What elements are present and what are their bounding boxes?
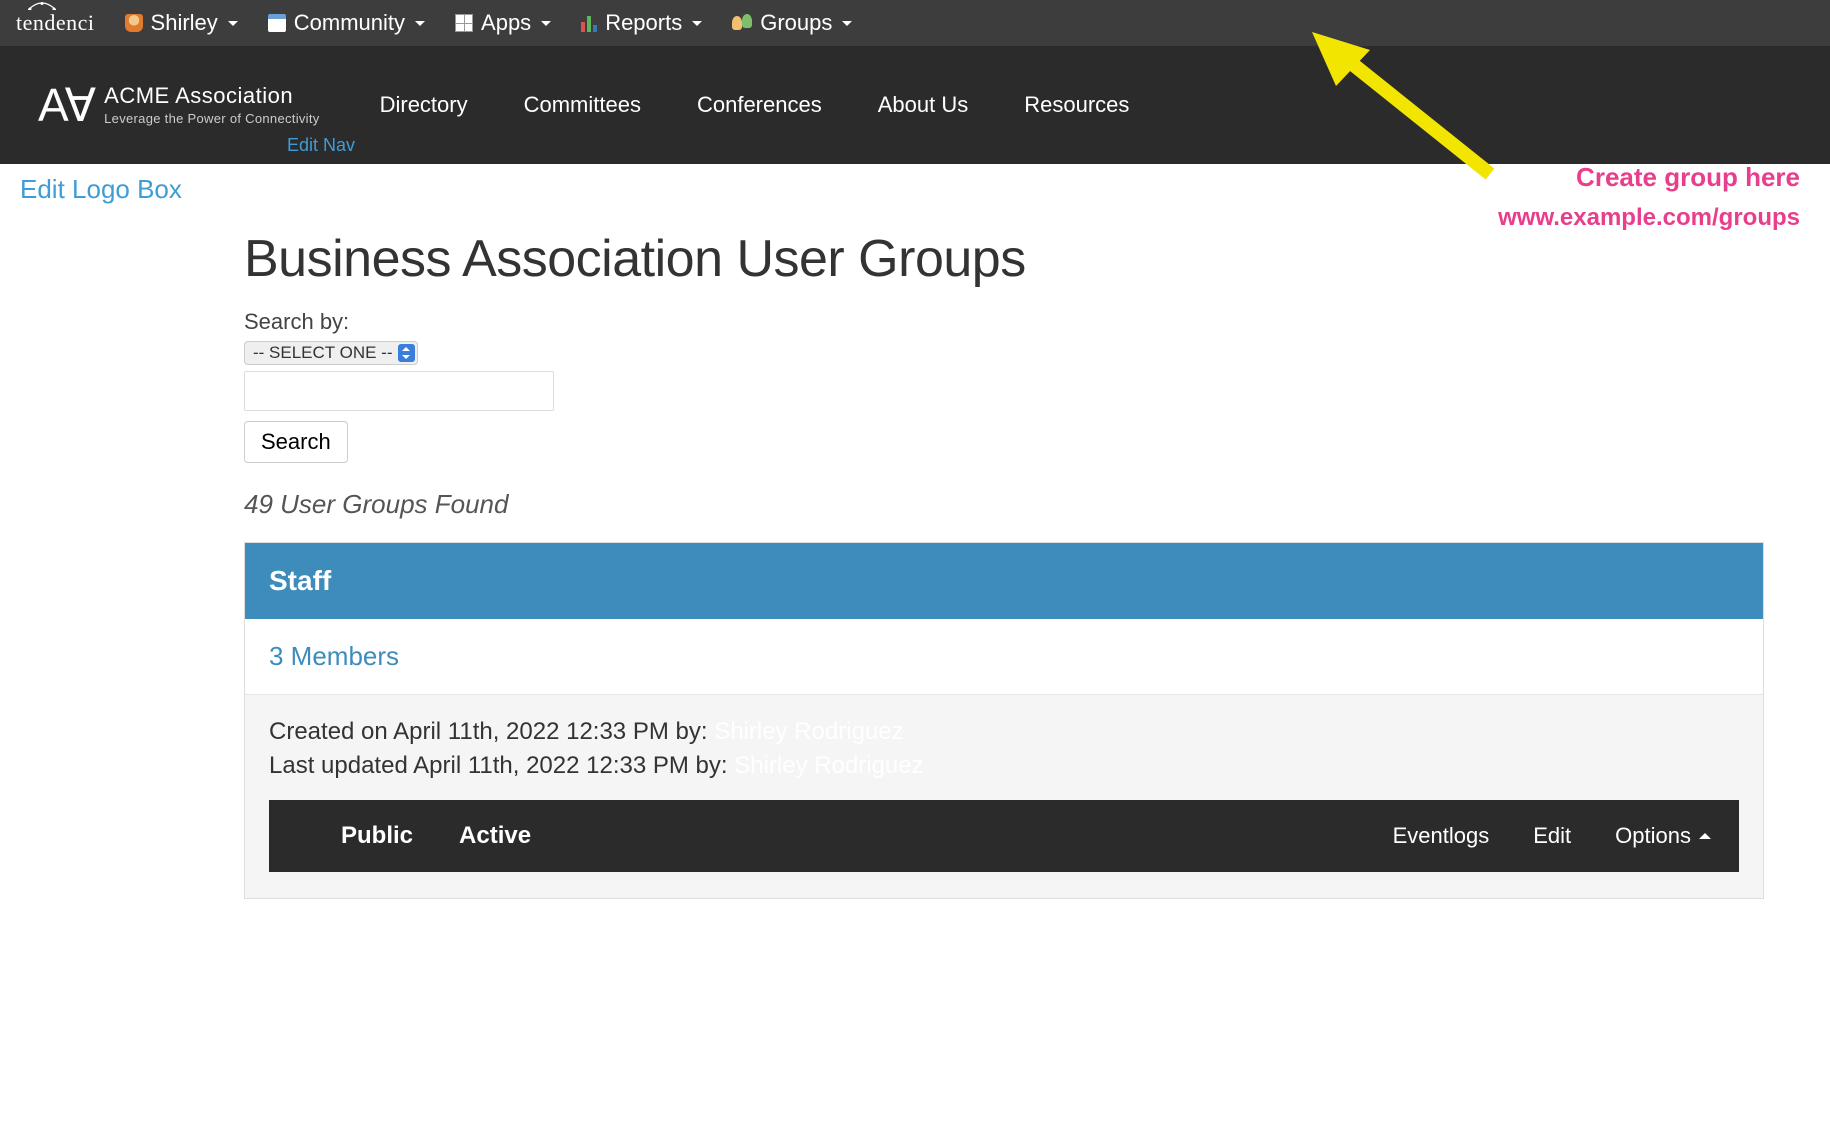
group-created-by-link[interactable]: Shirley Rodriguez — [714, 718, 903, 745]
tendenci-logo-text: tendenci — [16, 10, 95, 35]
brand-name: ACME Association — [104, 84, 319, 108]
user-icon — [125, 14, 143, 32]
group-members-link[interactable]: 3 Members — [269, 641, 399, 671]
admin-menu-user-label: Shirley — [151, 10, 218, 36]
site-header: A∀ ACME Association Leverage the Power o… — [0, 46, 1830, 164]
site-nav: Directory Committees Conferences About U… — [380, 92, 1130, 118]
admin-menu-reports-label: Reports — [605, 10, 682, 36]
group-icon — [732, 14, 752, 32]
admin-menu-reports[interactable]: Reports — [581, 10, 702, 36]
caret-down-icon — [692, 21, 702, 26]
nav-directory[interactable]: Directory — [380, 92, 468, 118]
group-updated-line: Last updated April 11th, 2022 12:33 PM b… — [269, 749, 1739, 783]
logo-mark: A∀ — [38, 78, 92, 132]
search-input[interactable] — [244, 371, 554, 411]
admin-bar: tendenci Shirley Community Apps Reports … — [0, 0, 1830, 46]
site-logo[interactable]: A∀ ACME Association Leverage the Power o… — [38, 78, 320, 132]
group-edit-link[interactable]: Edit — [1533, 823, 1571, 849]
bar-chart-icon — [581, 14, 597, 32]
group-name-heading[interactable]: Staff — [245, 543, 1763, 619]
edit-logo-box-link[interactable]: Edit Logo Box — [0, 164, 202, 215]
group-eventlogs-link[interactable]: Eventlogs — [1393, 823, 1490, 849]
triangle-up-icon — [1699, 833, 1711, 839]
nav-resources[interactable]: Resources — [1024, 92, 1129, 118]
select-chevron-icon — [398, 344, 415, 362]
admin-menu-apps[interactable]: Apps — [455, 10, 551, 36]
page-title: Business Association User Groups — [244, 229, 1764, 289]
nav-committees[interactable]: Committees — [524, 92, 641, 118]
group-updated-by-link[interactable]: Shirley Rodriguez — [734, 752, 923, 779]
caret-down-icon — [228, 21, 238, 26]
admin-menu-groups-label: Groups — [760, 10, 832, 36]
brand-tagline: Leverage the Power of Connectivity — [104, 112, 319, 126]
nav-about[interactable]: About Us — [878, 92, 969, 118]
search-button[interactable]: Search — [244, 421, 348, 463]
annotation-create-group-label: Create group here — [1576, 162, 1800, 193]
main-content: Business Association User Groups Search … — [0, 215, 1830, 899]
nav-conferences[interactable]: Conferences — [697, 92, 822, 118]
group-meta: Created on April 11th, 2022 12:33 PM by:… — [245, 695, 1763, 898]
tendenci-logo[interactable]: tendenci — [10, 10, 95, 36]
caret-down-icon — [541, 21, 551, 26]
search-by-select[interactable]: -- SELECT ONE -- — [244, 341, 418, 365]
groups-found-text: 49 User Groups Found — [244, 489, 1764, 520]
group-panel: Staff 3 Members Created on April 11th, 2… — [244, 542, 1764, 899]
admin-menu-community-label: Community — [294, 10, 405, 36]
status-active-badge: Active — [459, 822, 531, 850]
window-icon — [268, 14, 286, 32]
admin-menu-apps-label: Apps — [481, 10, 531, 36]
status-public-badge: Public — [341, 822, 413, 850]
caret-down-icon — [415, 21, 425, 26]
grid-icon — [455, 14, 473, 32]
edit-nav-link[interactable]: Edit Nav — [287, 135, 355, 156]
admin-menu-community[interactable]: Community — [268, 10, 425, 36]
search-by-label: Search by: — [244, 309, 1764, 335]
group-action-bar: Public Active Eventlogs Edit Options — [269, 800, 1739, 872]
admin-menu-groups[interactable]: Groups — [732, 10, 852, 36]
group-created-line: Created on April 11th, 2022 12:33 PM by:… — [269, 715, 1739, 749]
group-options-menu[interactable]: Options — [1615, 823, 1711, 849]
admin-menu-user[interactable]: Shirley — [125, 10, 238, 36]
annotation-arrow-icon — [1300, 24, 1500, 194]
caret-down-icon — [842, 21, 852, 26]
search-by-select-value: -- SELECT ONE -- — [253, 343, 392, 363]
